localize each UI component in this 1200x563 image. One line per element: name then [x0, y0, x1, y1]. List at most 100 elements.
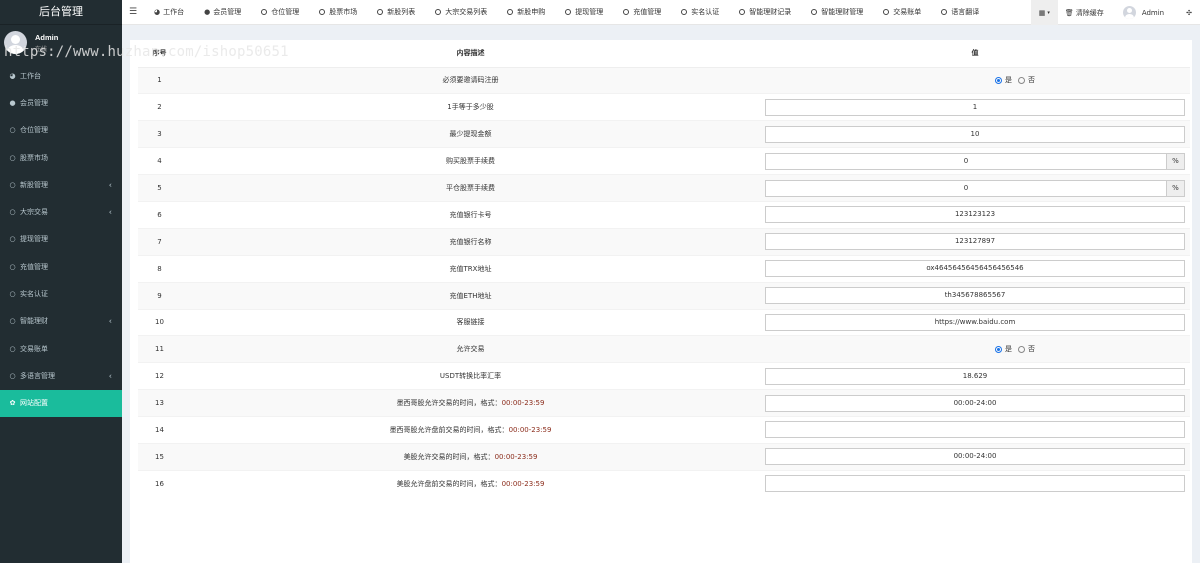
radio-option-1[interactable]: 否 [1018, 75, 1035, 85]
row-value-cell [760, 469, 1190, 498]
tab-0[interactable]: ◕ 工作台 [144, 0, 194, 25]
radio-button[interactable] [1018, 345, 1025, 353]
sidebar-item-1[interactable]: ● 会员管理 [0, 89, 122, 116]
circle-icon [319, 9, 326, 15]
circle-icon [507, 9, 514, 15]
sidebar-item-9[interactable]: ○ 智能理财 ‹ [0, 308, 122, 335]
sidebar-item-3[interactable]: ○ 股票市场 [0, 144, 122, 171]
tab-9[interactable]: 实名认证 [671, 0, 729, 25]
value-input[interactable] [765, 420, 1185, 438]
row-description: 最少提现金额 [181, 120, 760, 148]
radio-option-0[interactable]: 是 [995, 75, 1012, 85]
fullscreen-icon[interactable]: ✣ [1178, 0, 1200, 25]
radio-button[interactable] [995, 76, 1002, 84]
sidebar-item-label: 股票市场 [20, 153, 48, 162]
tab-3[interactable]: 股票市场 [309, 0, 367, 25]
description-text: 美股允许盘前交易的时间，格式： [396, 480, 502, 489]
value-input[interactable]: 10 [765, 125, 1185, 143]
sidebar-item-4[interactable]: ○ 新股管理 ‹ [0, 171, 122, 198]
sidebar-item-5[interactable]: ○ 大宗交易 ‹ [0, 198, 122, 225]
main-content: 序号 内容描述 值 1 必须要邀请码注册是否 2 1手等于多少股 1 3 最少提现金额 10 4… [130, 40, 1192, 563]
description-text: 充值ETH地址 [449, 291, 492, 300]
sidebar-item-11[interactable]: ○ 多语言管理 ‹ [0, 362, 122, 389]
tab-12[interactable]: 交易账单 [873, 0, 931, 25]
circle-icon [811, 9, 818, 15]
header-index: 序号 [138, 40, 181, 68]
radio-label: 否 [1028, 76, 1035, 85]
tab-label: 智能理财管理 [821, 8, 864, 16]
table-row: 16 美股允许盘前交易的时间，格式：00:00-23:59 [138, 469, 1190, 498]
circle-icon: ○ [9, 344, 16, 353]
tab-4[interactable]: 新股列表 [367, 0, 425, 25]
table-row: 13 墨西哥股允许交易的时间，格式：00:00-23:59 00:00-24:00 [138, 389, 1190, 417]
tab-7[interactable]: 提现管理 [555, 0, 613, 25]
tab-label: 新股列表 [387, 8, 416, 16]
tab-13[interactable]: 语言翻译 [931, 0, 989, 25]
user-icon: ● [9, 98, 16, 107]
row-index: 7 [138, 227, 181, 256]
clear-cache-button[interactable]: 🗑 清除缓存 [1058, 0, 1111, 25]
circle-icon: ○ [9, 126, 16, 135]
grid-menu-button[interactable]: ▦ ▾ [1030, 0, 1058, 25]
sidebar-item-7[interactable]: ○ 充值管理 [0, 253, 122, 280]
radio-label: 否 [1028, 345, 1035, 354]
table-row: 14 墨西哥股允许盘前交易的时间，格式：00:00-23:59 [138, 416, 1190, 444]
tab-label: 实名认证 [691, 8, 720, 16]
row-description: 美股允许盘前交易的时间，格式：00:00-23:59 [181, 469, 760, 498]
header-desc: 内容描述 [181, 40, 760, 68]
table-row: 5 平仓股票手续费 0% [138, 174, 1190, 202]
value-input[interactable]: 123127897 [765, 233, 1185, 251]
brand-logo[interactable]: 后台管理 [0, 0, 122, 25]
tab-5[interactable]: 大宗交易列表 [425, 0, 497, 25]
sidebar-toggle-icon[interactable]: ☰ [122, 7, 144, 17]
circle-icon: ○ [9, 317, 16, 326]
row-index: 2 [138, 93, 181, 121]
format-example: 00:00-23:59 [494, 452, 538, 461]
sidebar-item-label: 充值管理 [20, 262, 48, 271]
tab-8[interactable]: 充值管理 [613, 0, 671, 25]
description-text: 墨西哥股允许盘前交易的时间，格式： [389, 426, 509, 435]
sidebar-item-2[interactable]: ○ 仓位管理 [0, 117, 122, 144]
row-value-cell: 18.629 [760, 362, 1190, 390]
tab-10[interactable]: 智能理财记录 [729, 0, 801, 25]
admin-menu[interactable]: Admin [1111, 0, 1178, 25]
row-description: 客服链接 [181, 308, 760, 336]
sidebar-item-0[interactable]: ◕ 工作台 [0, 62, 122, 89]
radio-option-1[interactable]: 否 [1018, 344, 1035, 354]
value-input[interactable]: 0 [765, 152, 1167, 170]
radio-button[interactable] [995, 345, 1002, 353]
value-input[interactable]: 1 [765, 98, 1185, 116]
sidebar-item-10[interactable]: ○ 交易账单 [0, 335, 122, 362]
value-input[interactable]: 123123123 [765, 206, 1185, 224]
tab-6[interactable]: 新股申购 [497, 0, 555, 25]
value-input[interactable]: https://www.baidu.com [765, 313, 1185, 331]
value-input[interactable]: 00:00-24:00 [765, 394, 1185, 412]
value-input[interactable]: ox46456456456456456546 [765, 260, 1185, 278]
value-input[interactable]: th345678865567 [765, 287, 1185, 305]
user-panel: Admin 在线 [0, 25, 122, 63]
caret-down-icon: ▾ [1047, 9, 1050, 16]
tab-11[interactable]: 智能理财管理 [801, 0, 873, 25]
sidebar-item-6[interactable]: ○ 提现管理 [0, 226, 122, 253]
radio-option-0[interactable]: 是 [995, 344, 1012, 354]
sidebar-item-12[interactable]: ✿ 网站配置 [0, 389, 122, 417]
value-input[interactable]: 0 [765, 179, 1167, 197]
row-value-cell: 00:00-24:00 [760, 389, 1190, 417]
radio-button[interactable] [1018, 76, 1025, 84]
description-text: 充值银行卡号 [449, 210, 492, 219]
user-icon: ● [204, 8, 211, 16]
row-value-cell [760, 416, 1190, 444]
tab-2[interactable]: 仓位管理 [251, 0, 309, 25]
value-input[interactable]: 00:00-24:00 [765, 448, 1185, 466]
sidebar-item-label: 交易账单 [20, 344, 48, 353]
tab-1[interactable]: ● 会员管理 [194, 0, 251, 25]
row-value-cell: 1 [760, 93, 1190, 121]
top-navbar: ☰ ◕ 工作台 ● 会员管理 仓位管理 股票市场 新股列表 大宗交易列表 新股申购 提现管理 充值管… [122, 0, 1200, 25]
row-description: 1手等于多少股 [181, 93, 760, 121]
value-input[interactable] [765, 474, 1185, 492]
row-value-cell: 0% [760, 174, 1190, 202]
row-description: USDT转换比率汇率 [181, 362, 760, 390]
sidebar-item-8[interactable]: ○ 实名认证 [0, 280, 122, 307]
value-input[interactable]: 18.629 [765, 367, 1185, 385]
description-text: 客服链接 [456, 318, 485, 327]
